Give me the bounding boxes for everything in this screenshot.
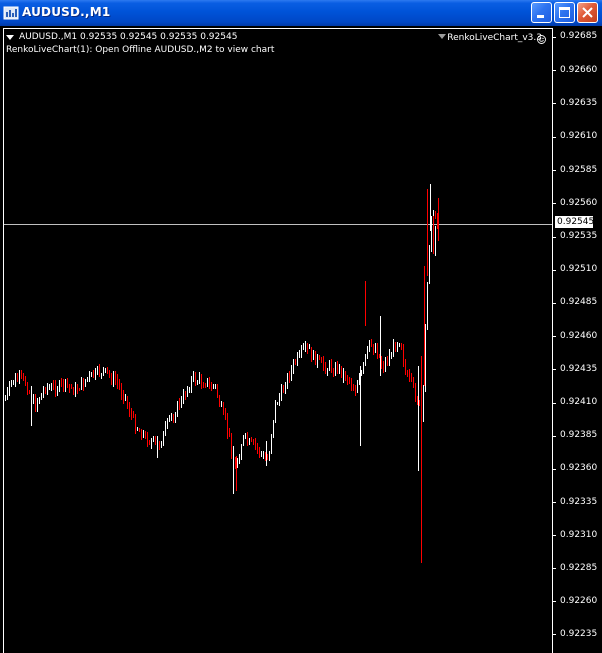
price-tick [552,601,556,602]
price-tick [552,535,556,536]
maximize-button[interactable] [554,2,575,23]
close-button[interactable] [577,2,598,23]
minimize-button[interactable] [531,2,552,23]
collapse-arrow-icon[interactable] [6,35,14,40]
price-tick [552,170,556,171]
chart-app-icon [3,6,19,20]
price-tick-label: 0.92360 [560,463,598,473]
indicator-status-label: RenkoLiveChart(1): Open Offline AUDUSD.,… [6,45,275,55]
price-tick [552,568,556,569]
price-tick-label: 0.92260 [560,596,598,606]
price-tick-label: 0.92610 [560,131,598,141]
price-tick-label: 0.92560 [560,198,598,208]
price-chart[interactable]: AUDUSD.,M1 0.92535 0.92545 0.92535 0.925… [0,26,602,653]
price-tick-label: 0.92485 [560,297,598,307]
price-tick [552,270,556,271]
price-tick [552,203,556,204]
expert-advisor-label[interactable]: RenkoLiveChart_v3.3 [447,33,542,44]
price-tick-label: 0.92335 [560,497,598,507]
price-tick [552,137,556,138]
symbol-ohlc-label: AUDUSD.,M1 0.92535 0.92545 0.92535 0.925… [19,32,238,42]
price-tick-label: 0.92535 [560,231,598,241]
candlestick-plot [3,28,553,653]
price-tick-label: 0.92410 [560,397,598,407]
price-tick-label: 0.92285 [560,563,598,573]
close-icon [582,7,593,18]
price-tick [552,469,556,470]
price-tick [552,37,556,38]
price-tick-label: 0.92685 [560,31,598,41]
price-tick-label: 0.92310 [560,530,598,540]
price-tick [552,502,556,503]
price-tick [552,303,556,304]
price-tick [552,70,556,71]
price-tick [552,369,556,370]
price-tick [552,436,556,437]
window-title: AUDUSD.,M1 [22,5,111,19]
minimize-icon [537,15,544,18]
price-tick [552,336,556,337]
price-tick-label: 0.92635 [560,98,598,108]
price-tick [552,103,556,104]
expert-dropdown-arrow-icon[interactable] [438,34,446,39]
price-tick-label: 0.92660 [560,65,598,75]
price-tick [552,237,556,238]
price-tick-label: 0.92585 [560,165,598,175]
title-bar[interactable]: AUDUSD.,M1 [0,0,602,26]
current-price-label: 0.92545 [555,216,595,228]
smiley-face-icon[interactable] [537,35,546,44]
price-tick-label: 0.92435 [560,364,598,374]
price-tick-label: 0.92460 [560,331,598,341]
maximize-icon [559,7,570,18]
price-tick-label: 0.92510 [560,264,598,274]
price-tick-label: 0.92235 [560,629,598,639]
chart-window: AUDUSD.,M1 AUDUSD.,M1 0.92535 0.92545 0.… [0,0,602,653]
price-tick [552,634,556,635]
price-tick [552,403,556,404]
price-tick-label: 0.92385 [560,430,598,440]
